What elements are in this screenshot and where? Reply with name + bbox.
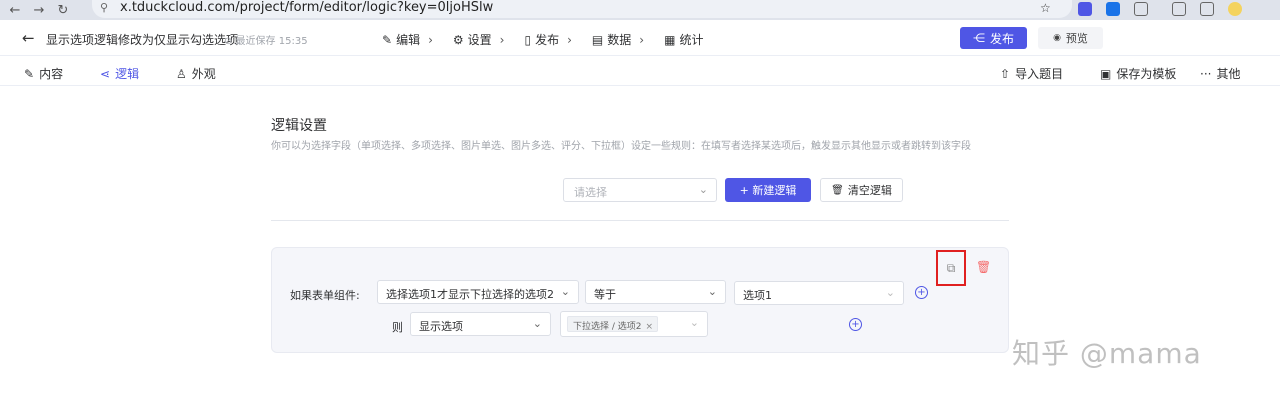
publish-label: 发布	[989, 31, 1014, 46]
template-icon: ▣	[1100, 66, 1112, 81]
profile-avatar[interactable]	[1228, 2, 1242, 16]
browser-toolbar: ← → ↻ ⚲ x.tduckcloud.com/project/form/ed…	[0, 0, 1280, 20]
step-publish[interactable]: ▯ 发布 ›	[524, 31, 571, 48]
chevron-right-icon: ›	[428, 32, 433, 47]
button-label: 保存为模板	[1116, 67, 1177, 81]
step-label: 数据	[607, 33, 632, 47]
trash-icon: 🗑	[831, 184, 844, 196]
eye-icon: ◉	[1053, 33, 1061, 43]
shirt-icon: ♙	[176, 66, 187, 81]
chevron-down-icon: ⌄	[560, 285, 570, 298]
tab-appearance[interactable]: ♙ 外观	[176, 65, 216, 82]
section-description: 你可以为选择字段（单项选择、多项选择、图片单选、图片多选、评分、下拉框）设定一些…	[271, 141, 971, 152]
condition-label: 如果表单组件:	[290, 289, 360, 302]
editor-toolbar: ✎ 内容 ⋖ 逻辑 ♙ 外观 ⇧ 导入题目 ▣ 保存为模板 ··· 其他	[0, 56, 1280, 86]
address-bar[interactable]: ⚲ x.tduckcloud.com/project/form/editor/l…	[92, 0, 1072, 18]
step-label: 统计	[679, 33, 704, 47]
statistics-icon: ▦	[664, 32, 676, 47]
chevron-down-icon: ⌄	[885, 286, 895, 299]
more-dots-icon: ···	[1200, 66, 1212, 81]
tab-content[interactable]: ✎ 内容	[24, 65, 63, 82]
reading-list-icon[interactable]	[1172, 2, 1186, 16]
tab-label: 内容	[39, 67, 64, 81]
tab-label: 外观	[191, 67, 216, 81]
add-action-icon[interactable]: +	[849, 318, 862, 331]
chevron-down-icon: ⌄	[707, 285, 717, 298]
publish-icon: ▯	[524, 32, 532, 47]
url-text: x.tduckcloud.com/project/form/editor/log…	[120, 0, 494, 15]
tab-label: 逻辑	[115, 67, 140, 81]
editor-header: ← 显示选项逻辑修改为仅显示勾选选项 ⊘ 最近保存 15:35 ✎ 编辑 › ⚙…	[0, 20, 1280, 56]
component-select[interactable]: 选择选项1才显示下拉选择的选项2 ⌄	[377, 280, 579, 304]
step-label: 发布	[535, 33, 560, 47]
divider	[271, 220, 1009, 221]
delete-icon[interactable]: 🗑	[976, 260, 991, 274]
select-value: 选择选项1才显示下拉选择的选项2	[386, 288, 554, 301]
logic-select[interactable]: 请选择 ⌄	[563, 178, 717, 202]
chevron-right-icon: ›	[567, 32, 572, 47]
select-placeholder: 请选择	[574, 186, 607, 199]
edit-icon: ✎	[24, 66, 35, 81]
preview-label: 预览	[1065, 32, 1088, 45]
site-info-icon[interactable]: ⚲	[100, 1, 108, 14]
step-edit[interactable]: ✎ 编辑 ›	[382, 31, 433, 48]
bookmark-star-icon[interactable]: ☆	[1040, 1, 1051, 15]
step-data[interactable]: ▤ 数据 ›	[592, 31, 644, 48]
select-value: 显示选项	[419, 320, 463, 333]
share-icon: ⋲	[972, 31, 985, 45]
tag-label: 下拉选择 / 选项2	[573, 322, 642, 332]
logic-main: 逻辑设置 你可以为选择字段（单项选择、多项选择、图片单选、图片多选、评分、下拉框…	[0, 86, 1280, 405]
option-select[interactable]: 选项1 ⌄	[734, 281, 904, 305]
select-value: 选项1	[743, 289, 772, 302]
step-statistics[interactable]: ▦ 统计	[664, 31, 703, 48]
chevron-down-icon: ⌄	[532, 317, 542, 330]
preview-button[interactable]: ◉ 预览	[1038, 27, 1103, 49]
form-title: 显示选项逻辑修改为仅显示勾选选项	[46, 33, 239, 47]
browser-reload-icon[interactable]: ↻	[54, 1, 72, 19]
data-icon: ▤	[591, 32, 604, 47]
back-arrow-icon[interactable]: ←	[22, 29, 35, 47]
chevron-down-icon: ⌄	[689, 316, 699, 329]
copy-icon[interactable]: ⧉	[936, 250, 966, 286]
operator-select[interactable]: 等于 ⌄	[585, 280, 726, 304]
extensions-puzzle-icon[interactable]	[1134, 2, 1148, 16]
more-button[interactable]: ··· 其他	[1200, 65, 1240, 82]
extension-icon[interactable]	[1078, 2, 1092, 16]
save-template-button[interactable]: ▣ 保存为模板	[1100, 65, 1176, 82]
add-condition-icon[interactable]: +	[915, 286, 928, 299]
import-questions-button[interactable]: ⇧ 导入题目	[1000, 65, 1063, 82]
step-label: 设置	[467, 33, 492, 47]
target-select[interactable]: 下拉选择 / 选项2 × ⌄	[560, 311, 708, 337]
clear-logic-button[interactable]: 🗑 清空逻辑	[820, 178, 903, 202]
chevron-right-icon: ›	[499, 32, 505, 47]
chevron-right-icon: ›	[639, 32, 645, 47]
action-select[interactable]: 显示选项 ⌄	[410, 312, 551, 336]
step-settings[interactable]: ⚙ 设置 ›	[453, 31, 505, 48]
button-label: 导入题目	[1015, 67, 1064, 81]
upload-icon: ⇧	[1000, 66, 1011, 81]
button-label: 清空逻辑	[847, 184, 892, 197]
editor-steps: ✎ 编辑 › ⚙ 设置 › ▯ 发布 › ▤ 数据 › ▦ 统计	[382, 31, 723, 48]
tag-close-icon[interactable]: ×	[645, 322, 653, 332]
extension-icon[interactable]	[1106, 2, 1120, 16]
browser-forward-icon[interactable]: →	[30, 1, 48, 19]
edit-icon: ✎	[382, 32, 393, 47]
logic-branch-icon: ⋖	[100, 66, 111, 81]
select-value: 等于	[594, 288, 616, 301]
selected-tag: 下拉选择 / 选项2 ×	[567, 316, 659, 332]
gear-icon: ⚙	[452, 32, 464, 47]
download-icon[interactable]	[1200, 2, 1214, 16]
step-label: 编辑	[396, 33, 421, 47]
save-status: ⊘ 最近保存 15:35	[224, 36, 308, 47]
logic-rule-card: ⧉ 🗑 如果表单组件: 选择选项1才显示下拉选择的选项2 ⌄ 等于 ⌄ 选项1 …	[271, 247, 1009, 353]
chevron-down-icon: ⌄	[698, 183, 708, 196]
tab-logic[interactable]: ⋖ 逻辑	[100, 65, 139, 82]
browser-back-icon[interactable]: ←	[6, 1, 24, 19]
publish-button[interactable]: ⋲ 发布	[960, 27, 1027, 49]
button-label: 其他	[1216, 67, 1241, 81]
then-label: 则	[392, 321, 403, 334]
new-logic-button[interactable]: + 新建逻辑	[725, 178, 811, 202]
watermark: 知乎 @mama	[1012, 337, 1202, 370]
section-title: 逻辑设置	[271, 118, 327, 134]
